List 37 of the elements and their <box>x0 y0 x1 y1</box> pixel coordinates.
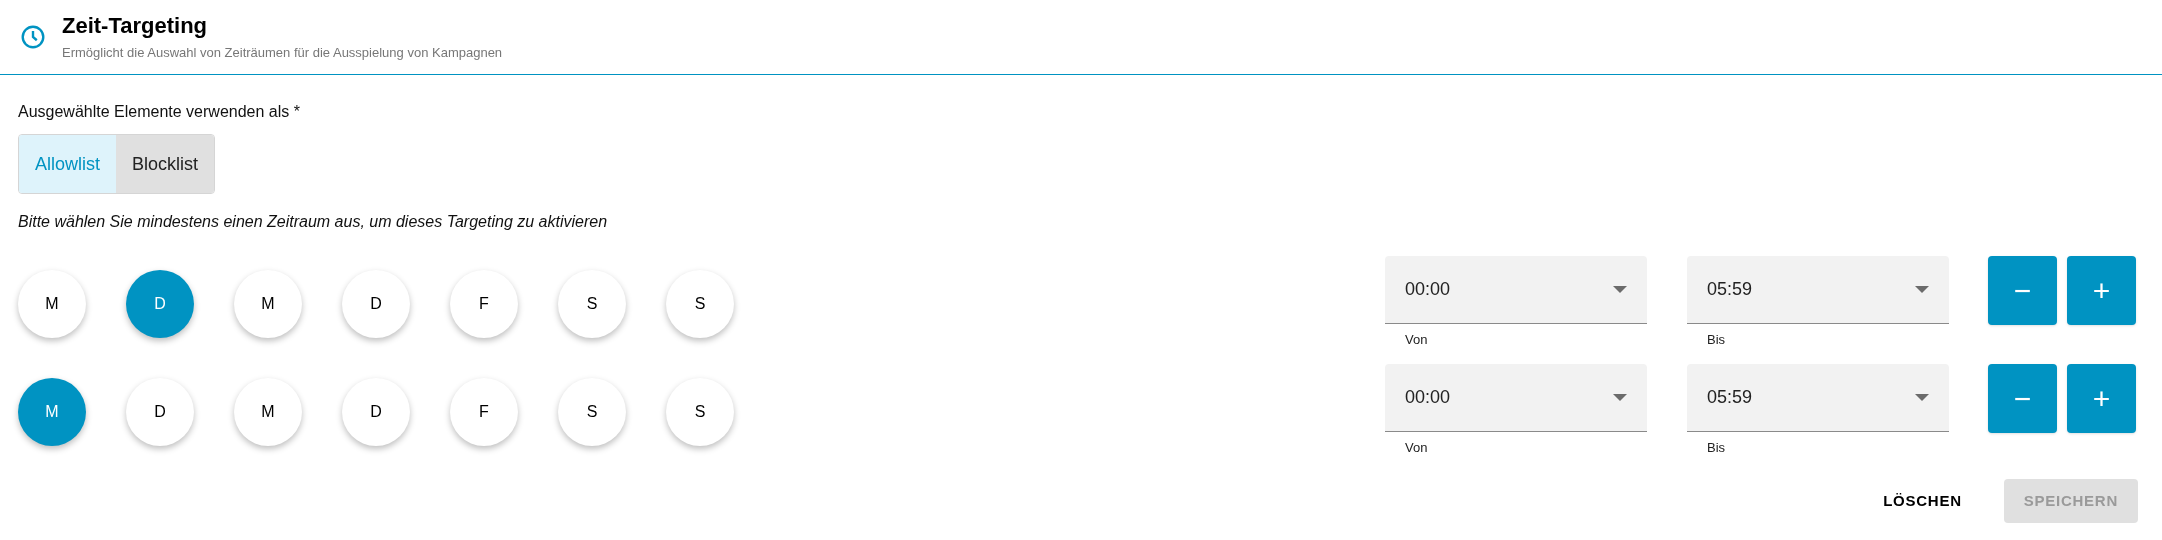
day-toggle[interactable]: M <box>18 377 86 446</box>
field-label: Von <box>1404 438 1429 457</box>
field-label: Bis <box>1706 438 1727 457</box>
clock-icon <box>20 24 46 50</box>
time-select[interactable]: 00:00 <box>1385 256 1647 324</box>
day-toggle[interactable]: D <box>126 377 194 446</box>
clear-button[interactable]: LÖSCHEN <box>1863 479 1982 523</box>
time-select[interactable]: 05:59 <box>1687 256 1949 324</box>
panel-title: Zeit-Targeting <box>62 12 209 40</box>
dropdown-caret-icon <box>1915 393 1929 401</box>
dropdown-caret-icon <box>1915 286 1929 293</box>
day-toggle[interactable]: F <box>450 377 518 446</box>
day-toggle[interactable]: S <box>666 377 734 446</box>
hint-text: Bitte wählen Sie mindestens einen Zeitraum aus, um dieses Targeting zu aktivieren <box>18 212 609 232</box>
dropdown-caret-icon <box>1613 393 1627 401</box>
day-toggle[interactable]: M <box>234 377 302 446</box>
time-select[interactable]: 05:59 <box>1687 363 1949 432</box>
day-toggle[interactable]: D <box>342 377 410 446</box>
day-toggle[interactable]: M <box>234 270 302 338</box>
field-label: Bis <box>1706 331 1727 349</box>
day-toggle[interactable]: F <box>450 270 518 338</box>
day-toggle[interactable]: M <box>18 270 86 338</box>
day-toggle[interactable]: D <box>342 270 410 338</box>
add-button[interactable]: + <box>2067 256 2136 325</box>
dropdown-caret-icon <box>1613 286 1627 293</box>
day-toggle[interactable]: D <box>126 270 194 338</box>
mode-toggle[interactable]: Blocklist <box>116 135 215 193</box>
remove-button[interactable]: − <box>1988 363 2057 433</box>
panel-subtitle: Ermöglicht die Auswahl von Zeiträumen für die Ausspielung von Kampagnen <box>62 43 503 62</box>
day-toggle[interactable]: S <box>558 377 626 446</box>
day-toggle[interactable]: S <box>666 270 734 338</box>
field-label: Von <box>1404 331 1429 349</box>
remove-button[interactable]: − <box>1988 256 2057 325</box>
time-select[interactable]: 00:00 <box>1385 363 1647 432</box>
day-toggle[interactable]: S <box>558 270 626 338</box>
mode-label: Ausgewählte Elemente verwenden als * <box>18 103 300 120</box>
add-button[interactable]: + <box>2067 363 2136 433</box>
